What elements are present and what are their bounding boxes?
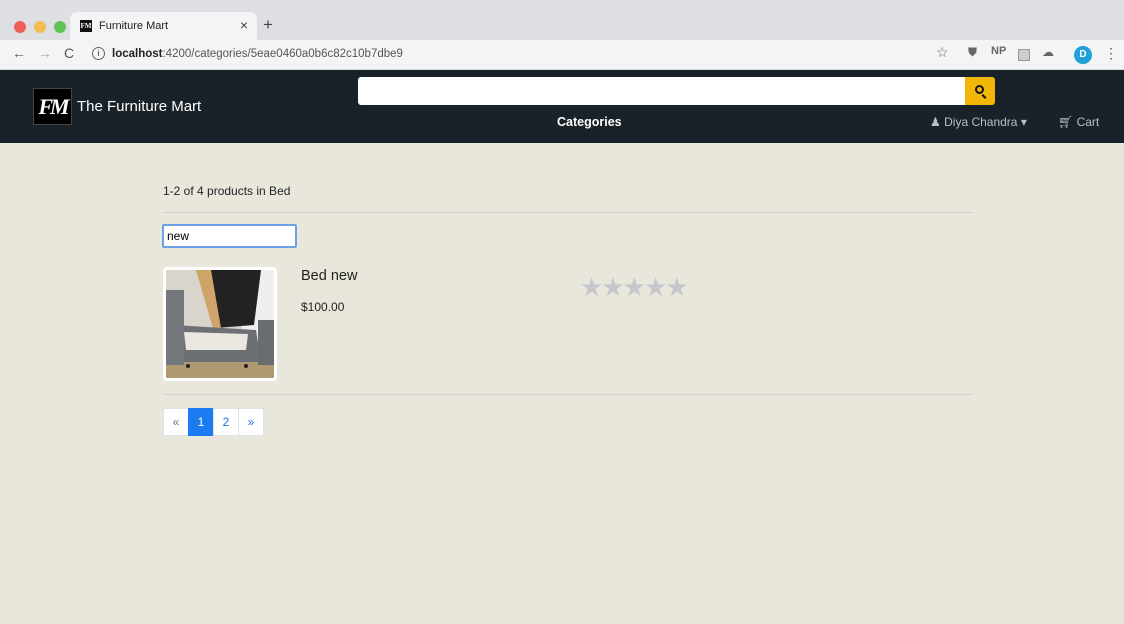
user-icon: ♟	[930, 115, 941, 129]
prev-page-button[interactable]: «	[163, 408, 189, 436]
bookmark-star-icon[interactable]: ☆	[936, 44, 949, 61]
product-image[interactable]	[163, 267, 277, 381]
search-input[interactable]	[358, 77, 965, 105]
star-icon[interactable]: ★	[665, 272, 688, 302]
storage-bed-image	[166, 270, 274, 378]
pagination: « 1 2 »	[163, 408, 264, 436]
product-name[interactable]: Bed new	[301, 268, 357, 284]
app-navbar: FM The Furniture Mart Categories ♟ Diya …	[0, 70, 1124, 143]
info-icon[interactable]: i	[92, 47, 105, 60]
url-text: localhost:4200/categories/5eae0460a0b6c8…	[112, 48, 403, 60]
rating-stars[interactable]: ★★★★★	[580, 272, 689, 303]
forward-icon[interactable]: →	[38, 45, 52, 61]
caret-down-icon: ▾	[1020, 115, 1027, 129]
categories-link[interactable]: Categories	[557, 115, 622, 129]
star-icon[interactable]: ★	[623, 272, 646, 302]
new-tab-icon[interactable]: +	[263, 15, 273, 35]
tab-title: Furniture Mart	[99, 20, 169, 32]
star-icon[interactable]: ★	[601, 272, 624, 302]
favicon-icon: FM	[80, 20, 92, 32]
back-icon[interactable]: ←	[12, 45, 26, 61]
shield-icon[interactable]: ⛊	[968, 45, 977, 60]
search-icon	[975, 85, 984, 94]
maximize-window-button[interactable]	[54, 21, 66, 33]
divider	[163, 394, 973, 395]
url-field[interactable]: i localhost:4200/categories/5eae0460a0b6…	[88, 44, 918, 66]
reload-icon[interactable]: C	[64, 45, 74, 61]
product-filter-input[interactable]	[162, 224, 297, 248]
close-window-button[interactable]	[14, 21, 26, 33]
user-name: Diya Chandra	[944, 115, 1018, 129]
cloud-icon[interactable]: ☁	[1042, 45, 1054, 59]
user-menu[interactable]: ♟ Diya Chandra ▾	[930, 115, 1027, 129]
np-extension-icon[interactable]: NP	[991, 45, 1006, 57]
cart-label: Cart	[1076, 115, 1100, 129]
divider	[163, 212, 973, 213]
browser-titlebar: FM Furniture Mart × +	[0, 0, 1124, 40]
profile-avatar[interactable]: D	[1074, 46, 1092, 64]
minimize-window-button[interactable]	[34, 21, 46, 33]
results-summary: 1-2 of 4 products in Bed	[163, 184, 291, 198]
product-price: $100.00	[301, 300, 345, 314]
menu-kebab-icon[interactable]: ⋮	[1104, 45, 1118, 62]
browser-tab[interactable]: FM Furniture Mart ×	[70, 12, 257, 40]
cart-link[interactable]: 🛒︎ Cart	[1058, 115, 1099, 129]
address-bar: ← → C i localhost:4200/categories/5eae04…	[0, 40, 1124, 70]
tab-close-icon[interactable]: ×	[240, 17, 248, 33]
extension-icon[interactable]	[1018, 49, 1030, 61]
star-icon[interactable]: ★	[580, 272, 603, 302]
search-button[interactable]	[965, 77, 995, 105]
page-1-button[interactable]: 1	[188, 408, 214, 436]
brand-logo[interactable]: FM	[33, 88, 72, 125]
cart-icon: 🛒︎	[1058, 115, 1074, 129]
next-page-button[interactable]: »	[238, 408, 264, 436]
brand-name[interactable]: The Furniture Mart	[77, 98, 201, 115]
page-2-button[interactable]: 2	[213, 408, 239, 436]
star-icon[interactable]: ★	[644, 272, 667, 302]
